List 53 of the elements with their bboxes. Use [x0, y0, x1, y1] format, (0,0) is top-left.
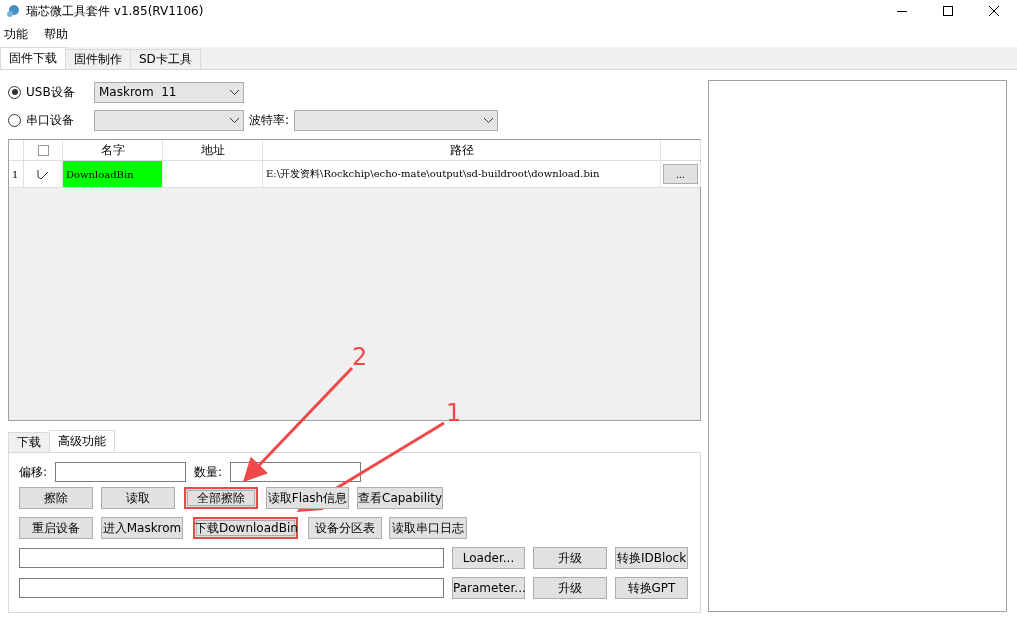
chevron-icon [484, 117, 494, 123]
chevron-icon [230, 89, 239, 95]
tab[interactable]: 高级功能 [49, 430, 115, 452]
action-button[interactable]: 进入Maskrom [101, 517, 183, 539]
annotation-number: 2 [352, 343, 368, 371]
baud-label: 波特率: [249, 111, 290, 129]
menu-item[interactable]: 功能 [4, 25, 28, 43]
radio-button[interactable] [8, 113, 21, 127]
action-button[interactable]: 查看Capability [357, 487, 443, 509]
checkbox[interactable] [37, 144, 49, 156]
pick-file-button[interactable]: Loader... [452, 547, 525, 569]
radio-button[interactable] [8, 85, 21, 99]
action-button[interactable]: 读取 [101, 487, 175, 509]
baud-select[interactable] [294, 109, 499, 131]
radio-label: USB设备 [26, 83, 75, 101]
action-button[interactable]: 擦除 [19, 487, 93, 509]
field-label: 数量: [194, 463, 223, 481]
tab[interactable]: 固件下载 [0, 47, 66, 69]
menu-item[interactable]: 帮助 [44, 25, 68, 43]
app-icon [6, 4, 20, 18]
file-path-field[interactable] [19, 578, 444, 598]
count-field[interactable] [230, 462, 362, 482]
browse-button[interactable]: ... [663, 164, 698, 184]
tab[interactable]: SD卡工具 [130, 49, 201, 69]
device-select[interactable] [94, 109, 244, 131]
table-cell: E:\开发资料\Rockchip\echo-mate\output\sd-buildroot\download.bin [263, 161, 661, 187]
table-cell: DownloadBin [63, 161, 163, 187]
minimize-icon[interactable] [897, 10, 907, 12]
close-icon[interactable] [989, 6, 999, 16]
column-header: 地址 [163, 140, 263, 160]
file-path-field[interactable] [19, 548, 444, 568]
convert-button[interactable]: 转换IDBlock [615, 547, 688, 569]
action-button[interactable]: 设备分区表 [308, 517, 382, 539]
check-icon[interactable] [37, 169, 49, 179]
upgrade-button[interactable]: 升级 [533, 547, 607, 569]
chevron-icon [230, 117, 239, 123]
device-select[interactable]: Maskrom 11 [94, 81, 244, 103]
pick-file-button[interactable]: Parameter... [452, 577, 525, 599]
window-title: 瑞芯微工具套件 v1.85(RV1106) [26, 2, 204, 20]
tab[interactable]: 下载 [8, 432, 50, 452]
action-button[interactable]: 读取Flash信息 [266, 487, 349, 509]
radio-label: 串口设备 [26, 111, 74, 129]
convert-button[interactable]: 转换GPT [615, 577, 688, 599]
maximize-icon[interactable] [943, 6, 953, 16]
action-button[interactable]: 读取串口日志 [389, 517, 467, 539]
offset-field[interactable] [55, 462, 187, 482]
action-button[interactable]: 重启设备 [19, 517, 93, 539]
field-label: 偏移: [19, 463, 48, 481]
column-header: 名字 [63, 140, 163, 160]
upgrade-button[interactable]: 升级 [533, 577, 607, 599]
annotation-number: 1 [446, 399, 462, 427]
action-button[interactable]: 全部擦除 [184, 487, 258, 509]
column-header: 路径 [263, 140, 661, 160]
